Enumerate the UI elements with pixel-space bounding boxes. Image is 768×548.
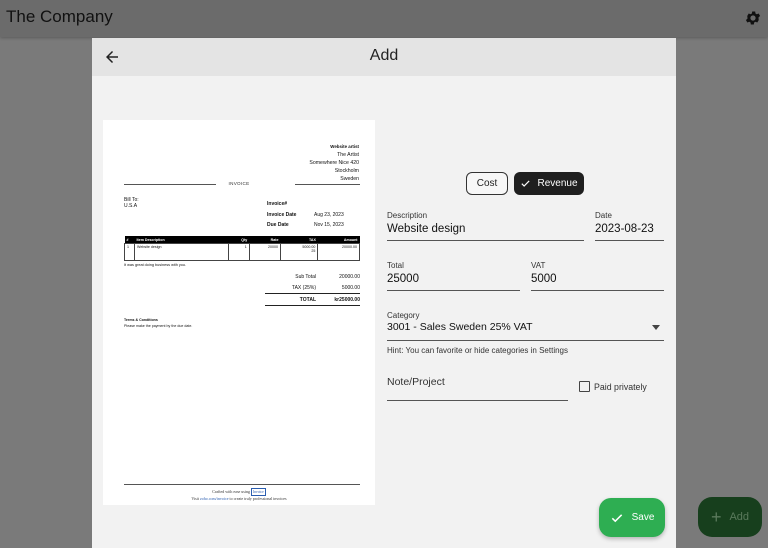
background-add-label: Add [729, 511, 750, 523]
total-label: Total [387, 261, 404, 270]
dialog-header: Add [92, 38, 676, 76]
category-hint: Hint: You can favorite or hide categorie… [387, 346, 568, 355]
totals-value: 20000.00 [339, 273, 360, 280]
invoice-terms: Terms & Conditions Please make the payme… [124, 317, 192, 329]
note-project-field[interactable] [387, 400, 568, 401]
invoice-from: Website artist The Artist Somewhere Nice… [309, 143, 359, 183]
table-cell: Website design [134, 243, 229, 261]
background-add-button: + Add [698, 497, 762, 537]
invoice-from-line: Somewhere Nice 420 [309, 160, 359, 166]
invoice-from-line: Stockholm [334, 168, 359, 174]
meta-key: Invoice Date [267, 211, 297, 218]
invoice-thanks: It was great doing business with you. [124, 263, 187, 267]
invoice-totals: Sub Total 20000.00 TAX (25%) 5000.00 TOTAL… [265, 271, 360, 306]
bill-to-value: U.S.A [124, 203, 138, 209]
table-cell: 1 [124, 243, 135, 261]
date-label: Date [595, 211, 612, 220]
paid-privately-checkbox[interactable] [579, 381, 590, 392]
zoho-logo: Invoice [250, 488, 266, 496]
column-header: Item Description [134, 236, 229, 244]
column-header: Rate [249, 236, 281, 244]
revenue-toggle-label: Revenue [537, 178, 578, 189]
total-value: 25000 [387, 273, 419, 285]
category-select[interactable]: Category 3001 - Sales Sweden 25% VAT [387, 311, 664, 341]
table-row: 1 Website design 1 20000 5000.00 25 20000… [124, 243, 360, 261]
category-label: Category [387, 311, 420, 320]
plus-icon: + [710, 507, 722, 527]
date-field[interactable]: Date 2023-08-23 [595, 211, 664, 241]
column-header: # [124, 236, 135, 244]
totals-label: TOTAL [299, 296, 316, 303]
column-header: TAX [280, 236, 318, 244]
field-underline [387, 290, 520, 291]
field-underline [387, 340, 664, 341]
dialog-title: Add [369, 47, 399, 64]
tax-percent: 25 [311, 249, 316, 253]
add-dialog: Add Website artist The Artist Somewhere … [92, 38, 676, 548]
app-bar: The Company [0, 0, 768, 37]
invoice-bill-to: Bill To: U.S.A [124, 197, 139, 209]
cost-toggle-label: Cost [476, 178, 498, 189]
gear-icon[interactable] [744, 9, 762, 27]
field-underline [531, 290, 664, 291]
save-button[interactable]: Save [599, 498, 665, 537]
totals-value: kr25000.00 [334, 296, 360, 303]
table-cell: 5000.00 25 [279, 243, 319, 261]
totals-label: TAX (25%) [291, 284, 316, 291]
meta-value: Nov 15, 2023 [314, 222, 344, 228]
invoice-items-table: # Item Description Qty Rate TAX Amount 1… [124, 236, 360, 261]
note-project-label: Note/Project [387, 376, 445, 388]
description-field[interactable]: Description Website design [387, 211, 584, 241]
invoice-meta: Invoice# Invoice Date Aug 23, 2023 Due Da… [267, 199, 344, 231]
invoice-footer: Crafted with ease using Invoice Visit zo… [103, 488, 375, 502]
description-label: Description [387, 211, 428, 220]
table-cell: 1 [228, 243, 250, 261]
invoice-from-line: The Artist [337, 152, 359, 158]
invoice-doc-title: INVOICE [228, 181, 250, 186]
vat-value: 5000 [531, 273, 557, 285]
field-underline [595, 240, 664, 241]
chevron-down-icon [652, 325, 660, 330]
paid-privately-label: Paid privately [594, 382, 647, 392]
invoice-footer-divider [124, 484, 360, 485]
cost-toggle-button[interactable]: Cost [466, 172, 508, 195]
check-icon [521, 180, 531, 187]
date-value: 2023-08-23 [595, 223, 654, 235]
footer-link: zoho.com/invoice [199, 496, 229, 501]
app-title: The Company [6, 7, 113, 26]
vat-field[interactable]: VAT 5000 [531, 261, 664, 291]
footer-text: Crafted with ease using [212, 488, 250, 494]
totals-value: 5000.00 [341, 284, 360, 291]
footer-text: Visit [191, 496, 199, 501]
field-underline [387, 240, 584, 241]
revenue-toggle-button[interactable]: Revenue [514, 172, 584, 195]
totals-label: Sub Total [295, 273, 316, 280]
totals-row: Sub Total 20000.00 [265, 271, 360, 282]
invoice-from-label: Website artist [330, 144, 359, 149]
totals-row: TOTAL kr25000.00 [265, 293, 360, 306]
table-cell: 20000 [248, 243, 281, 261]
totals-row: TAX (25%) 5000.00 [265, 282, 360, 293]
vat-label: VAT [531, 261, 546, 270]
footer-text: to create truly professional invoices [229, 496, 287, 501]
table-cell: 20000.00 [317, 243, 360, 261]
meta-key: Due Date [267, 222, 289, 228]
check-icon [611, 513, 622, 522]
description-value: Website design [387, 223, 466, 235]
invoice-preview[interactable]: Website artist The Artist Somewhere Nice… [103, 120, 375, 505]
column-header: Amount [317, 236, 360, 244]
total-field[interactable]: Total 25000 [387, 261, 520, 291]
column-header: Qty [228, 236, 250, 244]
terms-text: Please make the payment by the due date. [124, 324, 193, 328]
save-button-label: Save [631, 512, 655, 523]
meta-key: Invoice# [267, 201, 288, 207]
meta-value: Aug 23, 2023 [314, 211, 344, 218]
table-header-row: # Item Description Qty Rate TAX Amount [124, 236, 360, 244]
category-value: 3001 - Sales Sweden 25% VAT [387, 321, 533, 333]
